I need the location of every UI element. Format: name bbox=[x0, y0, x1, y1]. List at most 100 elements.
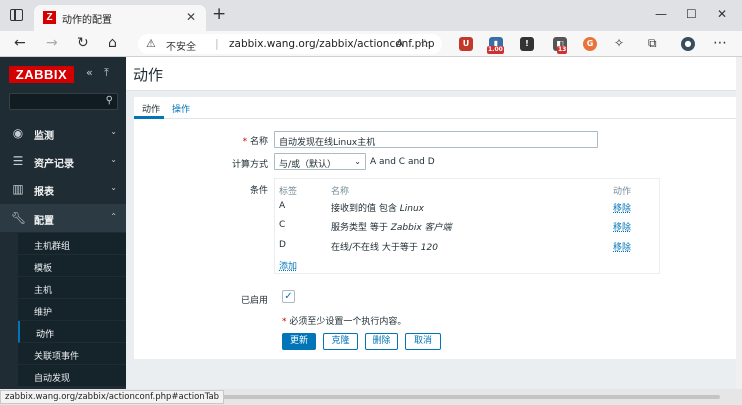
extension-badge: 1.00 bbox=[487, 46, 504, 54]
submenu-label: 主机群组 bbox=[34, 242, 71, 252]
window-close-icon[interactable]: ✕ bbox=[717, 7, 727, 21]
cancel-button[interactable]: 取消 bbox=[405, 333, 441, 350]
col-header-action: 动作 bbox=[613, 187, 632, 197]
menu-label: 监测 bbox=[34, 131, 54, 142]
menu-label: 资产记录 bbox=[34, 159, 74, 170]
submenu-label: 模板 bbox=[34, 264, 53, 274]
update-button[interactable]: 更新 bbox=[282, 333, 316, 350]
tab-title: 动作的配置 bbox=[62, 15, 112, 26]
menu-label: 配置 bbox=[34, 216, 54, 227]
active-tab-indicator bbox=[134, 116, 164, 119]
calc-type-label: 计算方式 bbox=[231, 160, 268, 170]
wrench-icon: 🔧︎ bbox=[11, 211, 27, 225]
url-divider: | bbox=[215, 37, 219, 50]
condition-tag: A bbox=[279, 201, 286, 211]
chevron-down-icon: ⌄ bbox=[110, 183, 117, 192]
extension-icon[interactable]: ◧ 13 bbox=[553, 37, 568, 54]
address-bar: ← → ↻ ⌂ ⚠ 不安全 | zabbix.wang.org/zabbix/a… bbox=[0, 31, 742, 57]
page-title: 动作 bbox=[133, 66, 164, 84]
delete-button[interactable]: 删除 bbox=[365, 333, 398, 350]
collapse-sidebar-icon[interactable]: « bbox=[86, 66, 93, 79]
ublock-extension-icon[interactable]: U bbox=[459, 37, 473, 51]
vertical-scrollbar[interactable] bbox=[736, 57, 742, 389]
main-content: 动作 动作 操作 * 名称 自动发现在线Linux主机 计算方式 与/或（默认）… bbox=[126, 57, 742, 389]
page-header: 动作 bbox=[126, 57, 742, 91]
browser-tab[interactable]: Z 动作的配置 ✕ bbox=[34, 5, 206, 31]
chevron-down-icon: ⌄ bbox=[354, 157, 361, 166]
condition-text: 在线/不在线 大于等于 120 bbox=[331, 243, 438, 253]
profile-avatar[interactable]: ● bbox=[681, 37, 695, 51]
tab-action[interactable]: 动作 bbox=[142, 102, 160, 115]
bar-chart-icon: ▥ bbox=[12, 182, 24, 196]
tab-close-icon[interactable]: ✕ bbox=[186, 10, 196, 24]
submenu-item-hosts[interactable]: 主机 bbox=[18, 277, 126, 299]
more-menu-icon[interactable]: ⋯ bbox=[713, 35, 727, 51]
minimize-icon[interactable]: — bbox=[655, 7, 667, 21]
horizontal-scrollbar[interactable] bbox=[200, 395, 720, 399]
conditions-label: 条件 bbox=[249, 186, 268, 196]
extension-icon[interactable]: ! bbox=[520, 37, 534, 51]
list-icon: ☰ bbox=[12, 154, 24, 168]
submenu-item-maintenance[interactable]: 维护 bbox=[18, 299, 126, 321]
new-tab-icon[interactable]: + bbox=[212, 6, 226, 23]
remove-condition-link[interactable]: 移除 bbox=[613, 240, 631, 253]
menu-label: 报表 bbox=[34, 187, 54, 198]
enabled-checkbox[interactable]: ✓ bbox=[282, 290, 295, 303]
chevron-up-icon: ⌃ bbox=[110, 212, 117, 221]
zabbix-logo[interactable]: ZABBIX bbox=[9, 66, 74, 83]
submenu-item-discovery[interactable]: 自动发现 bbox=[18, 365, 126, 387]
enabled-label: 已启用 bbox=[240, 296, 268, 306]
submenu-item-templates[interactable]: 模板 bbox=[18, 255, 126, 277]
submenu-label: 维护 bbox=[34, 308, 53, 318]
submenu-item-event-correlation[interactable]: 关联项事件 bbox=[18, 343, 126, 365]
submenu-item-host-groups[interactable]: 主机群组 bbox=[18, 233, 126, 255]
favorite-icon[interactable]: ☆ bbox=[420, 37, 430, 50]
clone-button[interactable]: 克隆 bbox=[323, 333, 358, 350]
chevron-down-icon: ⌄ bbox=[110, 155, 117, 164]
remove-condition-link[interactable]: 移除 bbox=[613, 220, 631, 233]
menu-item-monitoring[interactable]: ◉ 监测 ⌄ bbox=[0, 119, 126, 147]
extension-icon[interactable]: G bbox=[583, 37, 597, 51]
menu-item-inventory[interactable]: ☰ 资产记录 ⌄ bbox=[0, 147, 126, 175]
zabbix-favicon-icon: Z bbox=[43, 11, 56, 24]
warning-icon: ⚠ bbox=[146, 37, 156, 50]
tab-actions-icon[interactable] bbox=[10, 9, 23, 21]
read-aloud-icon[interactable]: A bbox=[396, 37, 404, 50]
calc-type-value: 与/或（默认） bbox=[279, 160, 337, 170]
condition-tag: D bbox=[279, 240, 286, 250]
remove-condition-link[interactable]: 移除 bbox=[613, 201, 631, 214]
name-label: * 名称 bbox=[242, 137, 268, 147]
url-field[interactable]: ⚠ 不安全 | zabbix.wang.org/zabbix/actioncon… bbox=[138, 34, 442, 54]
zabbix-sidebar: ZABBIX « ⤒ ⚲ ◉ 监测 ⌄ ☰ 资产记录 ⌄ ▥ 报表 ⌄ 🔧︎ 配… bbox=[0, 57, 126, 389]
condition-text: 服务类型 等于 Zabbix 客户端 bbox=[331, 223, 452, 233]
refresh-icon[interactable]: ↻ bbox=[77, 35, 89, 51]
status-url: zabbix.wang.org/zabbix/actionconf.php#ac… bbox=[0, 390, 225, 404]
name-input[interactable]: 自动发现在线Linux主机 bbox=[274, 131, 598, 148]
browser-tab-bar: Z 动作的配置 ✕ + — ☐ ✕ bbox=[0, 0, 742, 31]
maximize-icon[interactable]: ☐ bbox=[686, 7, 697, 21]
security-label: 不安全 bbox=[166, 42, 196, 53]
conditions-table: 标签 名称 动作 A 接收到的值 包含 Linux 移除 C 服务类型 等于 Z… bbox=[274, 178, 660, 274]
eye-icon: ◉ bbox=[12, 126, 24, 140]
menu-item-reports[interactable]: ▥ 报表 ⌄ bbox=[0, 175, 126, 203]
submenu-label: 主机 bbox=[34, 286, 53, 296]
extensions-puzzle-icon[interactable]: ✧ bbox=[614, 35, 624, 51]
sidebar-search-input[interactable]: ⚲ bbox=[9, 93, 118, 110]
search-icon[interactable]: ⚲ bbox=[106, 95, 113, 106]
action-form-panel: 动作 操作 * 名称 自动发现在线Linux主机 计算方式 与/或（默认） ⌄ … bbox=[134, 97, 739, 359]
extension-icon[interactable]: ▮ 1.00 bbox=[487, 37, 504, 54]
calc-type-select[interactable]: 与/或（默认） ⌄ bbox=[274, 153, 366, 170]
collections-icon[interactable]: ⧉ bbox=[648, 35, 657, 51]
home-icon[interactable]: ⌂ bbox=[108, 35, 117, 51]
submenu-label: 动作 bbox=[36, 330, 55, 340]
condition-text: 接收到的值 包含 Linux bbox=[331, 204, 424, 214]
col-header-tag: 标签 bbox=[279, 187, 298, 197]
extension-badge: 13 bbox=[557, 46, 568, 54]
add-condition-link[interactable]: 添加 bbox=[279, 259, 297, 272]
back-icon[interactable]: ← bbox=[14, 35, 26, 51]
kiosk-mode-icon[interactable]: ⤒ bbox=[104, 66, 109, 80]
forward-icon[interactable]: → bbox=[46, 35, 58, 51]
menu-item-configuration[interactable]: 🔧︎ 配置 ⌃ bbox=[0, 204, 126, 232]
submenu-item-actions[interactable]: 动作 bbox=[18, 321, 126, 343]
tab-operations[interactable]: 操作 bbox=[172, 102, 190, 115]
